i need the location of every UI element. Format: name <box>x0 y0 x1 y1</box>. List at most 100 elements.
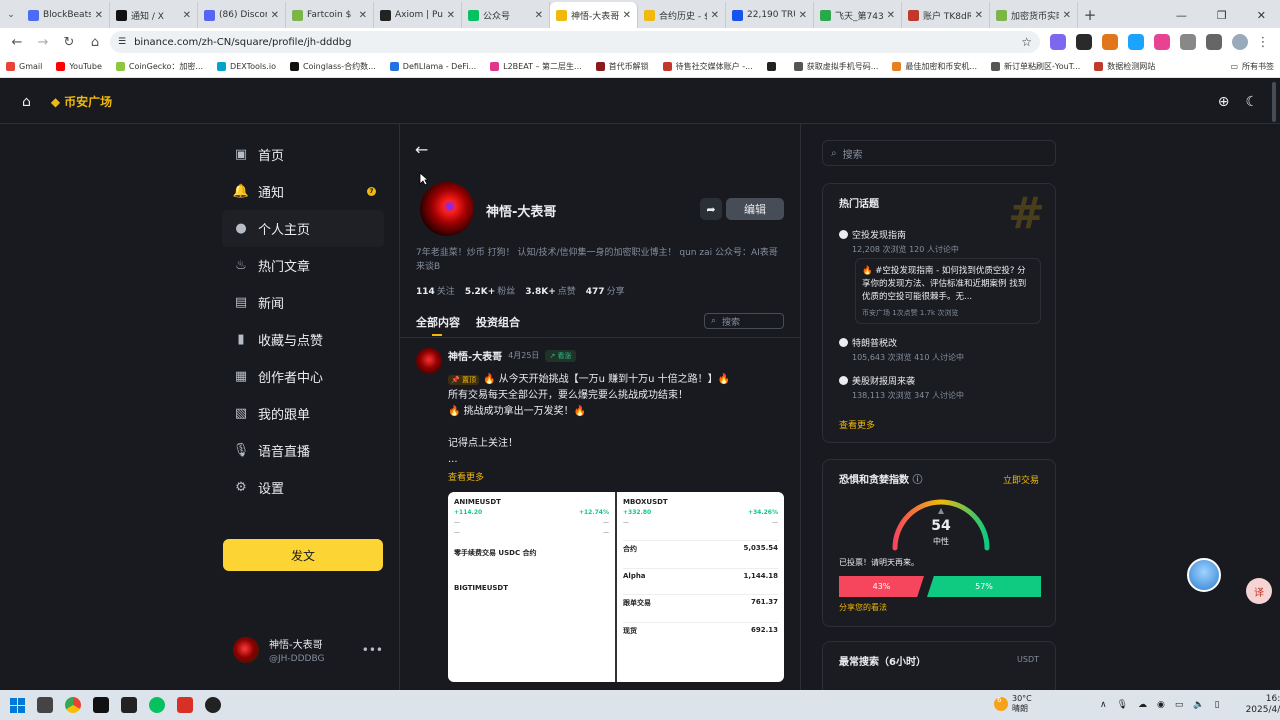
forward-nav-button[interactable]: → <box>32 31 54 53</box>
close-tab-icon[interactable]: ✕ <box>887 10 895 21</box>
topic-item[interactable]: 空投发现指南 12,208 次浏览 120 人讨论中 <box>839 228 1039 255</box>
bookmark-item[interactable]: 首代币解锁 <box>595 61 649 72</box>
bookmark-item[interactable]: DefiLlama - DeFi... <box>389 61 476 72</box>
reload-button[interactable]: ↻ <box>58 31 80 53</box>
browser-tab[interactable]: 加密货币实时 ✕ <box>990 2 1078 28</box>
minimize-button[interactable]: — <box>1176 9 1187 22</box>
close-tab-icon[interactable]: ✕ <box>95 10 103 21</box>
bookmark-item[interactable] <box>766 61 780 72</box>
wechat-icon[interactable] <box>149 697 165 713</box>
bookmark-item[interactable]: Gmail <box>6 61 42 72</box>
chrome-icon[interactable] <box>65 697 81 713</box>
app-tray-icon[interactable]: ◉ <box>1157 700 1165 710</box>
network-icon[interactable]: ▭ <box>1175 700 1184 710</box>
post-author[interactable]: 神悟-大表哥 <box>448 348 502 363</box>
browser-tab[interactable]: 合约历史 - $ ✕ <box>638 2 726 28</box>
bookmark-item[interactable]: Coinglass-合约数... <box>289 61 376 72</box>
share-view-link[interactable]: 分享您的看法 <box>839 602 887 613</box>
qq-icon[interactable] <box>205 697 221 713</box>
browser-tab[interactable]: Axiom | Pul ✕ <box>374 2 462 28</box>
sidebar-item[interactable]: ● 个人主页 <box>222 210 384 247</box>
bookmark-item[interactable]: 待售社交媒体账户 -... <box>662 61 753 72</box>
browser-tab[interactable]: BlockBeats ✕ <box>22 2 110 28</box>
app-icon[interactable] <box>121 697 137 713</box>
back-arrow-icon[interactable]: ← <box>415 140 428 159</box>
browser-tab[interactable]: 通知 / X ✕ <box>110 2 198 28</box>
close-tab-icon[interactable]: ✕ <box>359 10 367 21</box>
browser-menu-icon[interactable]: ⋮ <box>1252 31 1274 53</box>
close-tab-icon[interactable]: ✕ <box>711 10 719 21</box>
sidebar-item[interactable]: ▣ 首页 <box>222 136 384 173</box>
bullish-vote-bar[interactable]: 57% <box>927 576 1041 597</box>
all-bookmarks[interactable]: ▭ 所有书签 <box>1230 61 1274 72</box>
cloud-icon[interactable]: ☁ <box>1138 700 1147 710</box>
topic-post-preview[interactable]: 🔥 #空投发现指南 - 如何找到优质空投? 分享你的发现方法、评估标准和近期案例… <box>855 258 1041 324</box>
tradingview-icon[interactable] <box>93 697 109 713</box>
see-more-link[interactable]: 查看更多 <box>839 418 875 431</box>
more-options-icon[interactable]: ••• <box>362 643 383 657</box>
extension-icon[interactable] <box>1180 34 1196 50</box>
tab-all-content[interactable]: 全部内容 <box>416 314 460 330</box>
home-button[interactable]: ⌂ <box>84 31 106 53</box>
close-tab-icon[interactable]: ✕ <box>1063 10 1071 21</box>
wps-icon[interactable] <box>177 697 193 713</box>
sidebar-item[interactable]: ▤ 新闻 <box>222 284 384 321</box>
weather-widget[interactable]: 6 30°C 晴朗 <box>994 694 1032 714</box>
browser-tab[interactable]: 22,190 TRU ✕ <box>726 2 814 28</box>
maximize-button[interactable]: ❐ <box>1217 9 1227 22</box>
profile-stat[interactable]: 477 分享 <box>586 284 625 297</box>
close-window-button[interactable]: ✕ <box>1257 9 1266 22</box>
url-field[interactable]: ☰ binance.com/zh-CN/square/profile/jh-dd… <box>110 31 1040 53</box>
browser-tab[interactable]: 飞天_第743 ✕ <box>814 2 902 28</box>
sidebar-item[interactable]: ♨ 热门文章 <box>222 247 384 284</box>
tab-portfolio[interactable]: 投资组合 <box>476 314 520 330</box>
share-button[interactable]: ➦ <box>700 198 722 220</box>
extension-icon[interactable] <box>1050 34 1066 50</box>
extension-icon[interactable] <box>1102 34 1118 50</box>
trade-now-link[interactable]: 立即交易 <box>1003 473 1039 486</box>
floating-assistant-button[interactable] <box>1187 558 1221 592</box>
profile-avatar[interactable] <box>1232 34 1248 50</box>
tray-chevron-icon[interactable]: ∧ <box>1100 700 1107 710</box>
post-author-avatar[interactable] <box>416 348 442 374</box>
close-tab-icon[interactable]: ✕ <box>975 10 983 21</box>
file-explorer-icon[interactable] <box>37 697 53 713</box>
sidebar-item[interactable]: ▮ 收藏与点赞 <box>222 321 384 358</box>
extensions-puzzle-icon[interactable] <box>1206 34 1222 50</box>
page-scrollbar[interactable] <box>1272 82 1276 122</box>
sidebar-item[interactable]: ▧ 我的跟单 <box>222 395 384 432</box>
extension-icon[interactable] <box>1128 34 1144 50</box>
language-globe-icon[interactable]: ⊕ <box>1218 94 1230 110</box>
close-tab-icon[interactable]: ✕ <box>799 10 807 21</box>
current-user[interactable]: 神悟-大表哥 @JH-DDDBG ••• <box>233 636 383 664</box>
browser-tab[interactable]: (86) Discord ✕ <box>198 2 286 28</box>
profile-stat[interactable]: 3.8K+ 点赞 <box>525 284 575 297</box>
search-input[interactable]: ⌕ 搜索 <box>822 140 1056 166</box>
theme-moon-icon[interactable]: ☾ <box>1245 94 1258 110</box>
new-tab-button[interactable]: + <box>1078 2 1102 28</box>
bookmark-item[interactable]: YouTube <box>56 61 102 72</box>
bookmark-item[interactable]: L2BEAT – 第二层生... <box>490 61 582 72</box>
star-icon[interactable]: ☆ <box>1021 35 1032 49</box>
profile-stat[interactable]: 114 关注 <box>416 284 455 297</box>
profile-avatar[interactable] <box>420 182 474 236</box>
browser-tab[interactable]: Fartcoin $ ✕ <box>286 2 374 28</box>
back-nav-button[interactable]: ← <box>6 31 28 53</box>
bookmark-item[interactable]: DEXTools.io <box>217 61 276 72</box>
post-image[interactable]: ANIMEUSDT +114.20 +12.74% — — — — 零手续费交易 US… <box>448 492 784 682</box>
close-tab-icon[interactable]: ✕ <box>535 10 543 21</box>
bookmark-item[interactable]: 数据检测网站 <box>1094 61 1155 72</box>
info-icon[interactable]: ⓘ <box>912 475 922 486</box>
bookmark-item[interactable]: 获取虚拟手机号码... <box>793 61 878 72</box>
edit-profile-button[interactable]: 编辑 <box>726 198 784 220</box>
extension-icon[interactable] <box>1154 34 1170 50</box>
translate-float-icon[interactable]: 译 <box>1246 578 1272 604</box>
volume-icon[interactable]: 🔈 <box>1193 700 1204 710</box>
clock[interactable]: 16:39 2025/4/28 <box>1246 694 1280 716</box>
binance-square-logo[interactable]: ◆ 币安广场 <box>51 93 112 110</box>
windows-start-icon[interactable] <box>10 697 25 713</box>
sidebar-item[interactable]: ▦ 创作者中心 <box>222 358 384 395</box>
bearish-vote-bar[interactable]: 43% <box>839 576 924 597</box>
topic-item[interactable]: 美股财报周来袭 138,113 次浏览 347 人讨论中 <box>839 374 1039 401</box>
profile-search-input[interactable]: ⌕ 搜索 <box>704 313 784 329</box>
